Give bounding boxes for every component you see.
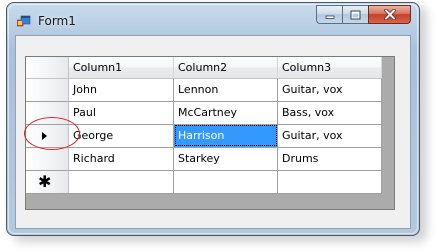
grid-cell-new[interactable]: [173, 170, 278, 194]
data-grid-view[interactable]: Column1 Column2 Column3 John Lennon Guit…: [25, 56, 395, 210]
column-header-column1[interactable]: Column1: [68, 57, 174, 79]
current-row-arrow-icon: [42, 131, 47, 140]
table-row: Richard Starkey Drums: [26, 147, 382, 171]
row-header-new[interactable]: ✱: [26, 170, 69, 194]
grid-cell[interactable]: Guitar, vox: [277, 124, 382, 148]
close-button[interactable]: [368, 5, 411, 24]
grid-cell[interactable]: McCartney: [173, 101, 278, 125]
close-icon: [383, 9, 396, 20]
grid-cell-new[interactable]: [68, 170, 174, 194]
grid-cell[interactable]: Guitar, vox: [277, 78, 382, 102]
row-header[interactable]: [26, 78, 69, 102]
grid-cell-new[interactable]: [277, 170, 382, 194]
minimize-button[interactable]: [316, 5, 342, 24]
maximize-button[interactable]: [342, 5, 368, 24]
window-title: Form1: [38, 14, 76, 28]
table-row-current: George Harrison Guitar, vox: [26, 124, 382, 148]
column-header-column2[interactable]: Column2: [173, 57, 278, 79]
grid-table: Column1 Column2 Column3 John Lennon Guit…: [26, 57, 382, 194]
title-bar[interactable]: Form1: [7, 3, 419, 35]
grid-cell[interactable]: Lennon: [173, 78, 278, 102]
table-row: Paul McCartney Bass, vox: [26, 101, 382, 125]
column-header-column3[interactable]: Column3: [277, 57, 382, 79]
minimize-icon: [325, 15, 334, 19]
new-row-asterisk-icon: ✱: [38, 171, 52, 191]
grid-cell[interactable]: Drums: [277, 147, 382, 171]
grid-cell[interactable]: Bass, vox: [277, 101, 382, 125]
grid-cell-selected[interactable]: Harrison: [173, 124, 278, 148]
column-header-row: Column1 Column2 Column3: [26, 57, 382, 79]
form-app-icon: [17, 15, 31, 27]
top-left-header-cell[interactable]: [26, 57, 69, 79]
grid-cell[interactable]: Starkey: [173, 147, 278, 171]
table-row: John Lennon Guitar, vox: [26, 78, 382, 102]
row-header[interactable]: [26, 147, 69, 171]
grid-cell[interactable]: John: [68, 78, 174, 102]
row-header-current[interactable]: [26, 124, 69, 148]
grid-cell[interactable]: George: [68, 124, 174, 148]
grid-cell[interactable]: Paul: [68, 101, 174, 125]
maximize-icon: [350, 10, 361, 19]
row-header[interactable]: [26, 101, 69, 125]
caption-buttons: [316, 5, 411, 24]
new-row: ✱: [26, 170, 382, 194]
grid-cell[interactable]: Richard: [68, 147, 174, 171]
